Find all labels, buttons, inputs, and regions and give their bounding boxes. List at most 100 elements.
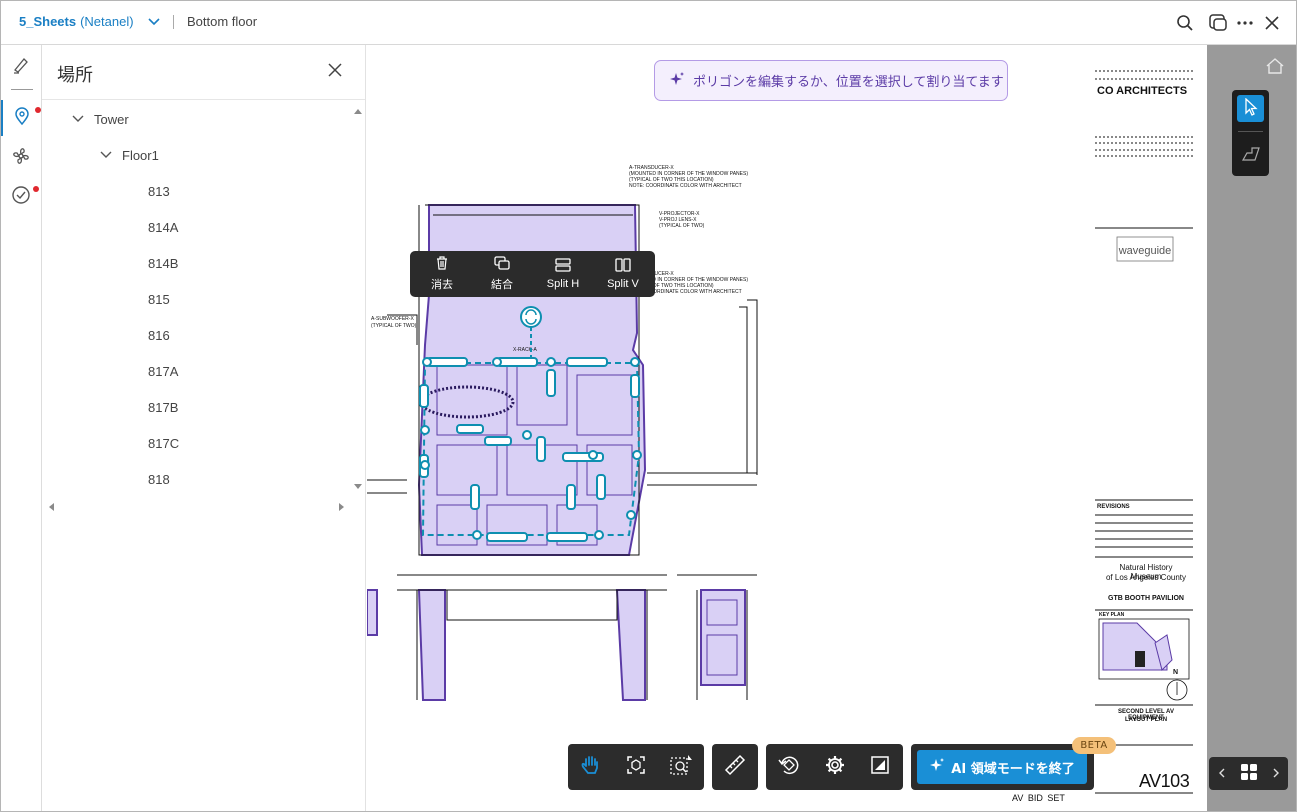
tree-item-label: 814B [148, 255, 179, 271]
zoom-area-button[interactable] [659, 744, 704, 790]
ai-hint-text: ポリゴンを編集するか、位置を選択して割り当てます [693, 75, 1004, 90]
rotate-handle-icon[interactable] [520, 306, 542, 328]
project-line-2: of Los Angeles County [1105, 573, 1187, 582]
tree-item[interactable]: 813 [148, 173, 170, 209]
locations-panel: 場所 Tower Floor1 813 814A 814B 815 816 817A 817B 8… [42, 45, 366, 811]
tree-horizontal-scrollbar[interactable] [46, 498, 348, 511]
more-icon[interactable] [1234, 12, 1256, 34]
tree-item[interactable]: 818 [148, 461, 170, 497]
drawing-note: (TYPICAL OF TWO) [659, 223, 705, 229]
sparkle-icon [669, 71, 685, 91]
home-icon[interactable] [1265, 57, 1285, 75]
expand-icon [871, 756, 889, 778]
merge-icon [494, 256, 510, 273]
fullscreen-button[interactable] [857, 744, 903, 790]
check-circle-icon [11, 185, 31, 209]
tree-item[interactable]: 817B [148, 389, 178, 425]
close-icon [328, 62, 342, 81]
tools-divider [1238, 131, 1263, 132]
project-line-3: GTB BOOTH PAVILION [1108, 595, 1184, 602]
split-h-button[interactable]: Split H [538, 251, 588, 297]
revisions-label: REVISIONS [1097, 504, 1130, 510]
left-rail [1, 45, 42, 811]
top-bar: 5_Sheets (Netanel) Bottom floor [1, 1, 1296, 45]
split-h-label: Split H [546, 278, 580, 290]
tree-item[interactable]: 814B [148, 245, 178, 281]
ruler-icon [724, 754, 746, 780]
tree-item[interactable]: 817A [148, 353, 178, 389]
pen-icon [11, 55, 31, 79]
ai-hint-banner: ポリゴンを編集するか、位置を選択して割り当てます [654, 60, 1008, 101]
merge-button[interactable]: 結合 [478, 251, 526, 297]
rotate-button[interactable] [766, 744, 812, 790]
tree-item-label: 814A [148, 219, 179, 235]
checklist-button[interactable] [1, 179, 41, 215]
settings-button[interactable] [812, 744, 858, 790]
chevron-left-icon [1219, 767, 1225, 781]
panel-title: 場所 [57, 65, 93, 86]
sheet-grid-button[interactable] [1235, 757, 1263, 790]
cursor-arrow-icon [1244, 96, 1258, 120]
locations-button[interactable] [1, 100, 41, 136]
chevron-down-icon[interactable] [72, 115, 86, 123]
tree-item-label: 815 [148, 291, 170, 307]
rail-divider [11, 89, 33, 90]
sheet-title: Bottom floor [187, 14, 258, 29]
fit-view-icon [626, 755, 646, 779]
notification-dot [33, 186, 39, 192]
project-name: 5_Sheets [19, 14, 77, 29]
firm-logo: CO ARCHITECTS [1097, 85, 1188, 97]
select-tool-button[interactable] [1237, 95, 1264, 122]
split-v-button[interactable]: Split V [598, 251, 648, 297]
panel-close-button[interactable] [325, 61, 345, 81]
systems-button[interactable] [1, 140, 41, 176]
tree-vertical-scrollbar[interactable] [352, 105, 364, 493]
panel-header: 場所 [42, 45, 365, 100]
close-icon[interactable] [1261, 12, 1283, 34]
tree-item[interactable]: Tower [72, 101, 129, 137]
tree-item[interactable]: 817C [148, 425, 179, 461]
chat-icon[interactable] [1207, 12, 1229, 34]
notification-dot [35, 107, 41, 113]
tree-item-label: 816 [148, 327, 170, 343]
tree-item-label: 818 [148, 471, 170, 487]
tree-item-label: Floor1 [122, 147, 159, 163]
hand-icon [581, 754, 601, 780]
drawing-note: A-SUBWOOFER-X [371, 316, 414, 322]
rotate-icon [778, 754, 800, 780]
tree-item[interactable]: 815 [148, 281, 170, 317]
fan-icon [10, 145, 32, 171]
delete-button[interactable]: 消去 [418, 251, 466, 297]
project-selector[interactable]: 5_Sheets (Netanel) [19, 14, 160, 29]
drawing-note: (TYPICAL OF TWO) [371, 323, 417, 329]
exit-ai-mode-button[interactable]: AI 領域モードを終了 [917, 750, 1087, 784]
area-tool-button[interactable] [1237, 142, 1264, 169]
trash-icon [435, 256, 449, 273]
next-sheet-button[interactable] [1265, 757, 1287, 790]
tree-item[interactable]: 814A [148, 209, 178, 245]
breadcrumb-separator [173, 15, 174, 29]
app-window: 5_Sheets (Netanel) Bottom floor 場所 Tower… [0, 0, 1297, 812]
selection-tools [1232, 90, 1269, 176]
delete-label: 消去 [431, 279, 453, 291]
location-tree: Tower Floor1 813 814A 814B 815 816 817A 817B 817C… [42, 101, 352, 501]
chevron-down-icon [147, 14, 160, 29]
search-icon[interactable] [1174, 12, 1196, 34]
previous-sheet-button[interactable] [1211, 757, 1233, 790]
zoom-rect-icon [669, 754, 693, 780]
chevron-right-icon [1273, 767, 1279, 781]
tree-item[interactable]: Floor1 [100, 137, 159, 173]
key-plan-label: KEY PLAN [1099, 612, 1125, 618]
tree-item-label: 817C [148, 435, 180, 451]
bid-set-label: AV BID SET [1012, 793, 1065, 803]
tree-item[interactable]: 816 [148, 317, 170, 353]
markup-tool-button[interactable] [1, 49, 41, 85]
fit-view-button[interactable] [613, 744, 658, 790]
tree-item-label: 817B [148, 399, 179, 415]
svg-text:waveguide: waveguide [1118, 245, 1172, 257]
pan-tool-button[interactable] [568, 744, 613, 790]
navigation-tool-group [568, 744, 704, 790]
measure-tool-button[interactable] [712, 744, 758, 790]
chevron-down-icon[interactable] [100, 151, 114, 159]
drawing-canvas[interactable]: A-TRANSDUCER-X (MOUNTED IN CORNER OF THE… [367, 45, 1207, 811]
